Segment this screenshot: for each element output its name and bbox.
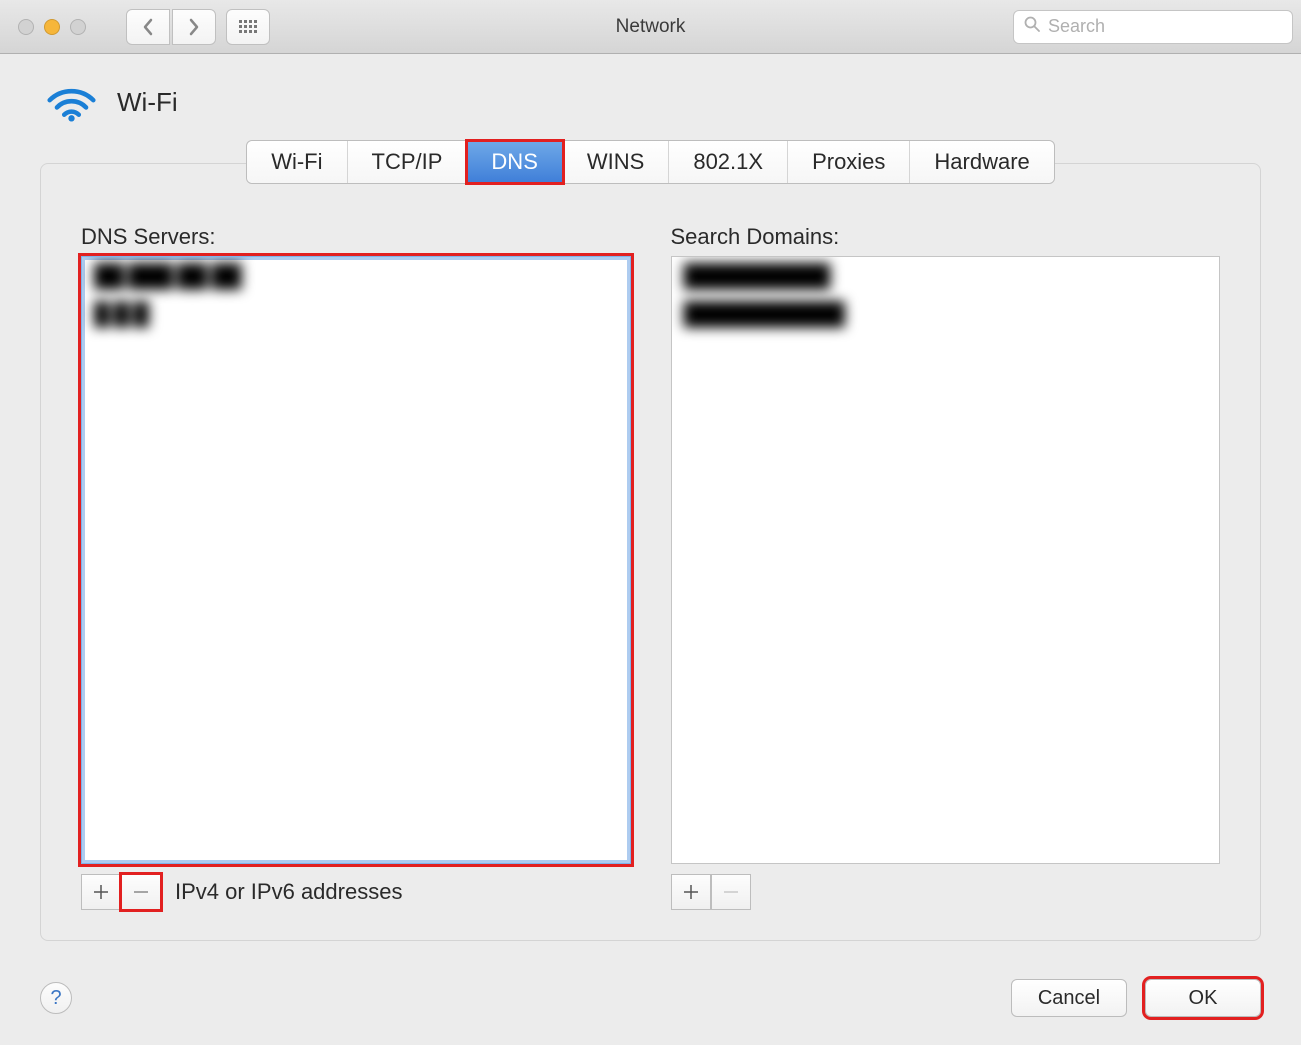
remove-search-domain-button[interactable] (711, 874, 751, 910)
tab-wins[interactable]: WINS (563, 141, 669, 183)
tab-hardware[interactable]: Hardware (910, 141, 1053, 183)
back-button[interactable] (126, 9, 170, 45)
list-item[interactable]: ██.███.██.██ (82, 257, 630, 295)
content-area: Wi-Fi Wi-Fi TCP/IP DNS WINS 802.1X Proxi… (0, 54, 1301, 961)
dns-panel: DNS Servers: ██.███.██.██ █.█.█ IPv4 or (40, 163, 1261, 941)
interface-name: Wi-Fi (117, 87, 178, 118)
footer: ? Cancel OK (0, 961, 1301, 1045)
help-icon: ? (50, 987, 61, 1010)
preferences-window: Network Search Wi-Fi Wi-Fi TCP/IP DNS WI… (0, 0, 1301, 1045)
ok-button[interactable]: OK (1145, 979, 1261, 1017)
nav-buttons (126, 9, 216, 45)
list-item[interactable]: ██████████ (672, 257, 1220, 295)
tab-tcpip[interactable]: TCP/IP (348, 141, 468, 183)
interface-header: Wi-Fi (44, 82, 1261, 122)
search-domains-label: Search Domains: (671, 224, 1221, 250)
footer-buttons: Cancel OK (1011, 979, 1261, 1017)
search-input[interactable]: Search (1013, 10, 1293, 44)
close-window-button[interactable] (18, 19, 34, 35)
tab-dns[interactable]: DNS (467, 141, 562, 183)
plus-icon (683, 884, 699, 900)
chevron-left-icon (142, 18, 154, 36)
dns-servers-list[interactable]: ██.███.██.██ █.█.█ (81, 256, 631, 864)
minimize-window-button[interactable] (44, 19, 60, 35)
dns-servers-pm-buttons (81, 874, 161, 910)
forward-button[interactable] (172, 9, 216, 45)
add-search-domain-button[interactable] (671, 874, 711, 910)
window-title: Network (616, 16, 686, 38)
titlebar: Network Search (0, 0, 1301, 54)
zoom-window-button[interactable] (70, 19, 86, 35)
search-domains-column: Search Domains: ██████████ ███████████ (671, 224, 1221, 910)
minus-icon (133, 884, 149, 900)
window-controls (18, 19, 86, 35)
list-item[interactable]: ███████████ (672, 295, 1220, 333)
tabs-bar: Wi-Fi TCP/IP DNS WINS 802.1X Proxies Har… (40, 140, 1261, 184)
chevron-right-icon (188, 18, 200, 36)
list-item[interactable]: █.█.█ (82, 295, 630, 333)
tab-wifi[interactable]: Wi-Fi (247, 141, 347, 183)
dns-servers-label: DNS Servers: (81, 224, 631, 250)
search-domains-list[interactable]: ██████████ ███████████ (671, 256, 1221, 864)
cancel-button[interactable]: Cancel (1011, 979, 1127, 1017)
search-domains-pm-buttons (671, 874, 751, 910)
tab-proxies[interactable]: Proxies (788, 141, 910, 183)
search-domains-controls (671, 874, 1221, 910)
show-all-button[interactable] (226, 9, 270, 45)
dns-servers-column: DNS Servers: ██.███.██.██ █.█.█ IPv4 or (81, 224, 631, 910)
search-icon (1024, 16, 1040, 37)
minus-icon (723, 884, 739, 900)
tabs-inner: Wi-Fi TCP/IP DNS WINS 802.1X Proxies Har… (246, 140, 1055, 184)
search-placeholder: Search (1048, 16, 1105, 37)
plus-icon (93, 884, 109, 900)
remove-dns-server-button[interactable] (121, 874, 161, 910)
help-button[interactable]: ? (40, 982, 72, 1014)
add-dns-server-button[interactable] (81, 874, 121, 910)
dns-servers-hint: IPv4 or IPv6 addresses (175, 879, 402, 905)
wifi-icon (44, 82, 99, 122)
tab-8021x[interactable]: 802.1X (669, 141, 788, 183)
grid-icon (239, 20, 257, 33)
dns-servers-controls: IPv4 or IPv6 addresses (81, 874, 631, 910)
